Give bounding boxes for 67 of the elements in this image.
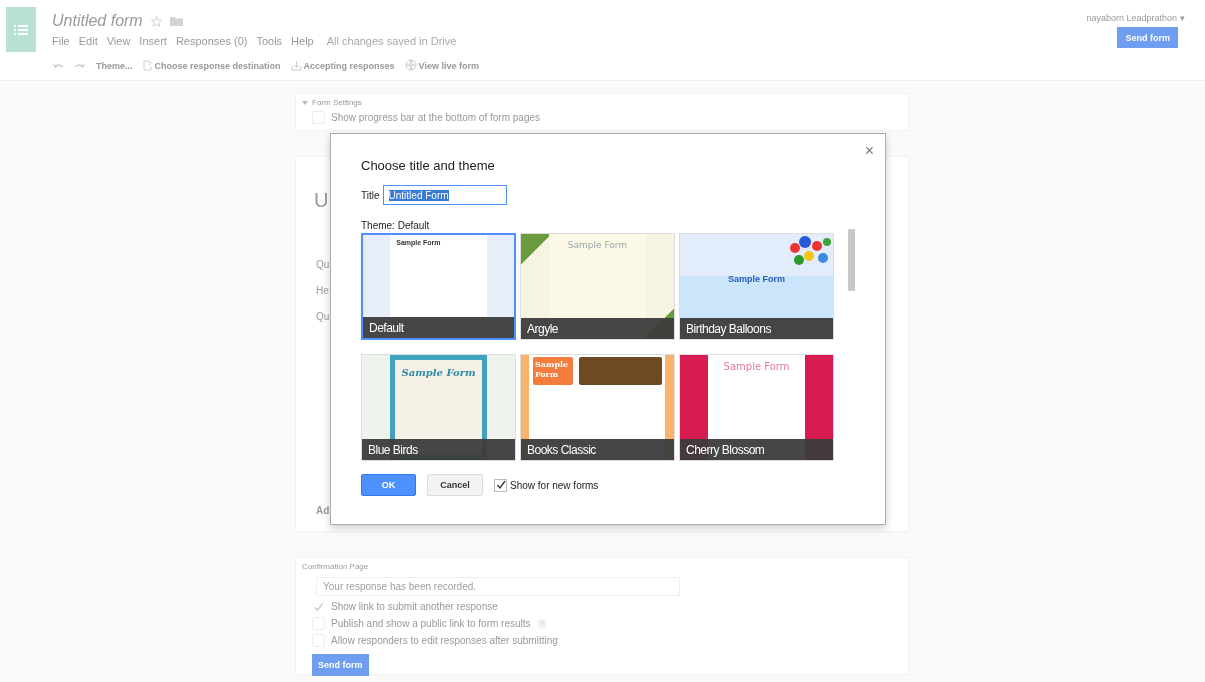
- account-menu[interactable]: nayaborn Leadprathon ▾: [1086, 13, 1185, 23]
- checked-checkbox[interactable]: [312, 600, 325, 613]
- checkbox[interactable]: [494, 478, 507, 492]
- menu-item[interactable]: File: [52, 35, 70, 47]
- theme-name: Argyle: [521, 318, 674, 339]
- menu-item[interactable]: View: [106, 35, 131, 47]
- accepting-responses-button[interactable]: Accepting responses: [290, 60, 395, 71]
- forms-logo-icon[interactable]: [6, 7, 36, 52]
- theme-tile[interactable]: Sample Form Books Classic: [520, 354, 675, 461]
- menu-item[interactable]: Edit: [78, 35, 98, 47]
- option-label: Show progress bar at the bottom of form pages: [331, 112, 540, 123]
- preview-title: Sample Form: [535, 359, 569, 379]
- close-button[interactable]: ×: [864, 142, 874, 160]
- form-title[interactable]: Untitled form: [52, 12, 143, 30]
- theme-name: Books Classic: [521, 439, 674, 460]
- menu-item[interactable]: Responses (0): [175, 35, 248, 47]
- section-heading: Form Settings: [312, 98, 362, 107]
- globe-icon: [404, 59, 417, 72]
- question-text: Qu: [316, 311, 330, 322]
- cancel-button[interactable]: Cancel: [427, 474, 483, 496]
- preview-title: Sample Form: [400, 367, 477, 378]
- theme-name: Cherry Blossom: [680, 439, 833, 460]
- download-tray-icon: [290, 60, 302, 71]
- theme-label: Theme: Default: [361, 220, 430, 231]
- response-destination-button[interactable]: Choose response destination: [142, 60, 281, 71]
- title-field[interactable]: Untitled Form: [382, 185, 507, 205]
- option-label: Show link to submit another response: [331, 601, 498, 612]
- preview-title: Sample Form: [727, 274, 786, 284]
- option-label: Publish and show a public link to form results: [331, 618, 531, 629]
- send-form-button[interactable]: Send form: [312, 654, 369, 676]
- title-label: Title: [361, 189, 380, 201]
- menu-item[interactable]: Insert: [139, 35, 167, 47]
- send-form-button[interactable]: Send form: [1117, 27, 1178, 48]
- check-icon: [313, 600, 324, 613]
- preview-title: Sample Form: [566, 240, 629, 250]
- theme-name: Default: [363, 317, 514, 338]
- confirmation-message-field[interactable]: Your response has been recorded.: [316, 577, 680, 596]
- question-text: He: [316, 285, 329, 296]
- view-live-form-button[interactable]: View live form: [404, 59, 479, 72]
- form-title-text: U: [314, 189, 329, 211]
- menu-item[interactable]: Help: [291, 35, 314, 47]
- redo-icon[interactable]: [74, 61, 86, 70]
- theme-tile[interactable]: Sample Form Argyle: [520, 233, 675, 340]
- theme-tile[interactable]: Sample Form Birthday Balloons: [679, 233, 834, 340]
- checkbox-label: Show for new forms: [510, 479, 599, 491]
- theme-name: Blue Birds: [362, 439, 515, 460]
- folder-icon[interactable]: [169, 16, 183, 26]
- theme-tile[interactable]: Sample Form Blue Birds: [361, 354, 516, 461]
- menu-item[interactable]: Tools: [256, 35, 283, 47]
- triangle-icon[interactable]: [302, 99, 308, 106]
- check-icon: [495, 480, 506, 490]
- section-heading: Confirmation Page: [302, 562, 369, 571]
- question-text: Qu: [316, 259, 330, 270]
- add-item-button[interactable]: Ad: [316, 505, 330, 516]
- undo-icon[interactable]: [52, 61, 64, 70]
- theme-name: Birthday Balloons: [680, 318, 833, 339]
- save-status: All changes saved in Drive: [326, 35, 457, 47]
- theme-button[interactable]: Theme...: [96, 60, 133, 71]
- sheet-arrow-icon: [142, 60, 153, 71]
- star-icon[interactable]: [150, 15, 162, 27]
- theme-tile[interactable]: Sample Form Cherry Blossom: [679, 354, 834, 461]
- preview-title: Sample Form: [722, 361, 791, 372]
- dialog-title: Choose title and theme: [361, 158, 495, 173]
- option-label: Allow responders to edit responses after submitting: [331, 635, 558, 646]
- scrollbar-thumb[interactable]: [848, 229, 855, 291]
- help-icon[interactable]: [536, 618, 547, 629]
- ok-button[interactable]: OK: [361, 474, 416, 496]
